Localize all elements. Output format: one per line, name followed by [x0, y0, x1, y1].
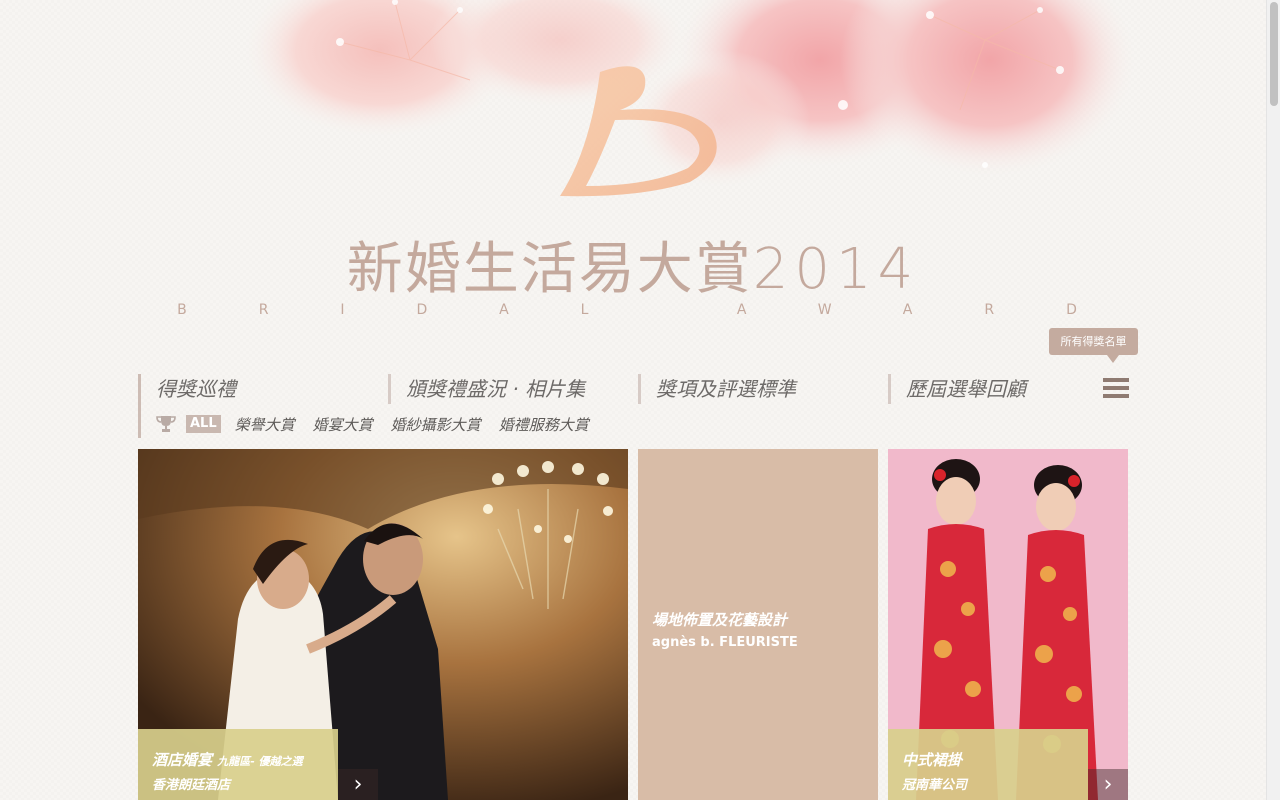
filter-photo-award[interactable]: 婚紗攝影大賞: [391, 414, 481, 435]
award-tile-chinese-dress[interactable]: 中式裙掛 冠南華公司 ›: [888, 449, 1128, 800]
caption-title: 中式裙掛: [902, 751, 963, 769]
next-arrow-icon[interactable]: ›: [1088, 769, 1128, 800]
tile-caption: 中式裙掛 冠南華公司: [888, 729, 1088, 800]
caption-subtitle: 冠南華公司: [902, 778, 968, 793]
nav-item-past-awards[interactable]: 歷屆選舉回顧: [888, 374, 1026, 404]
award-tile-hotel-banquet[interactable]: 酒店婚宴 九龍區- 優越之選 香港朗廷酒店 ›: [138, 449, 628, 800]
filter-all-chip[interactable]: ALL: [186, 415, 221, 433]
all-winners-tooltip[interactable]: 所有得獎名單: [1049, 328, 1138, 363]
title-year: 2014: [752, 237, 920, 302]
scrollbar-thumb[interactable]: [1270, 2, 1278, 106]
tile-title: 場地佈置及花藝設計: [652, 611, 788, 629]
caption-subtitle: 香港朗廷酒店: [152, 778, 231, 793]
page-scrollbar[interactable]: [1266, 0, 1280, 800]
filter-honor-award[interactable]: 榮譽大賞: [235, 414, 295, 435]
hamburger-menu-icon[interactable]: [1103, 378, 1129, 398]
nav-item-award-criteria[interactable]: 獎項及評選標準: [638, 374, 796, 404]
caption-title: 酒店婚宴: [152, 751, 213, 769]
tile-subtitle: agnès b. FLEURISTE: [652, 635, 798, 650]
award-grid: 酒店婚宴 九龍區- 優越之選 香港朗廷酒店 › 場地佈置及花藝設計 agnès …: [138, 449, 1128, 800]
title-english: BRIDAL AWARD: [177, 302, 1149, 318]
tile-caption: 酒店婚宴 九龍區- 優越之選 香港朗廷酒店: [138, 729, 338, 800]
caption-tag: 九龍區- 優越之選: [217, 755, 303, 768]
filter-banquet-award[interactable]: 婚宴大賞: [313, 414, 373, 435]
next-arrow-icon[interactable]: ›: [338, 769, 378, 800]
title-chinese: 新婚生活易大賞: [346, 237, 753, 302]
site-title: 新婚生活易大賞2014 BRIDAL AWARD: [0, 232, 1266, 318]
nav-item-ceremony-gallery[interactable]: 頒獎禮盛況 · 相片集: [388, 374, 585, 404]
trophy-icon: [156, 416, 176, 432]
category-filter: ALL 榮譽大賞 婚宴大賞 婚紗攝影大賞 婚禮服務大賞: [156, 412, 607, 436]
floral-background: [240, 0, 1140, 197]
filter-service-award[interactable]: 婚禮服務大賞: [499, 414, 589, 435]
award-tile-floral-design[interactable]: 場地佈置及花藝設計 agnès b. FLEURISTE: [638, 449, 878, 800]
